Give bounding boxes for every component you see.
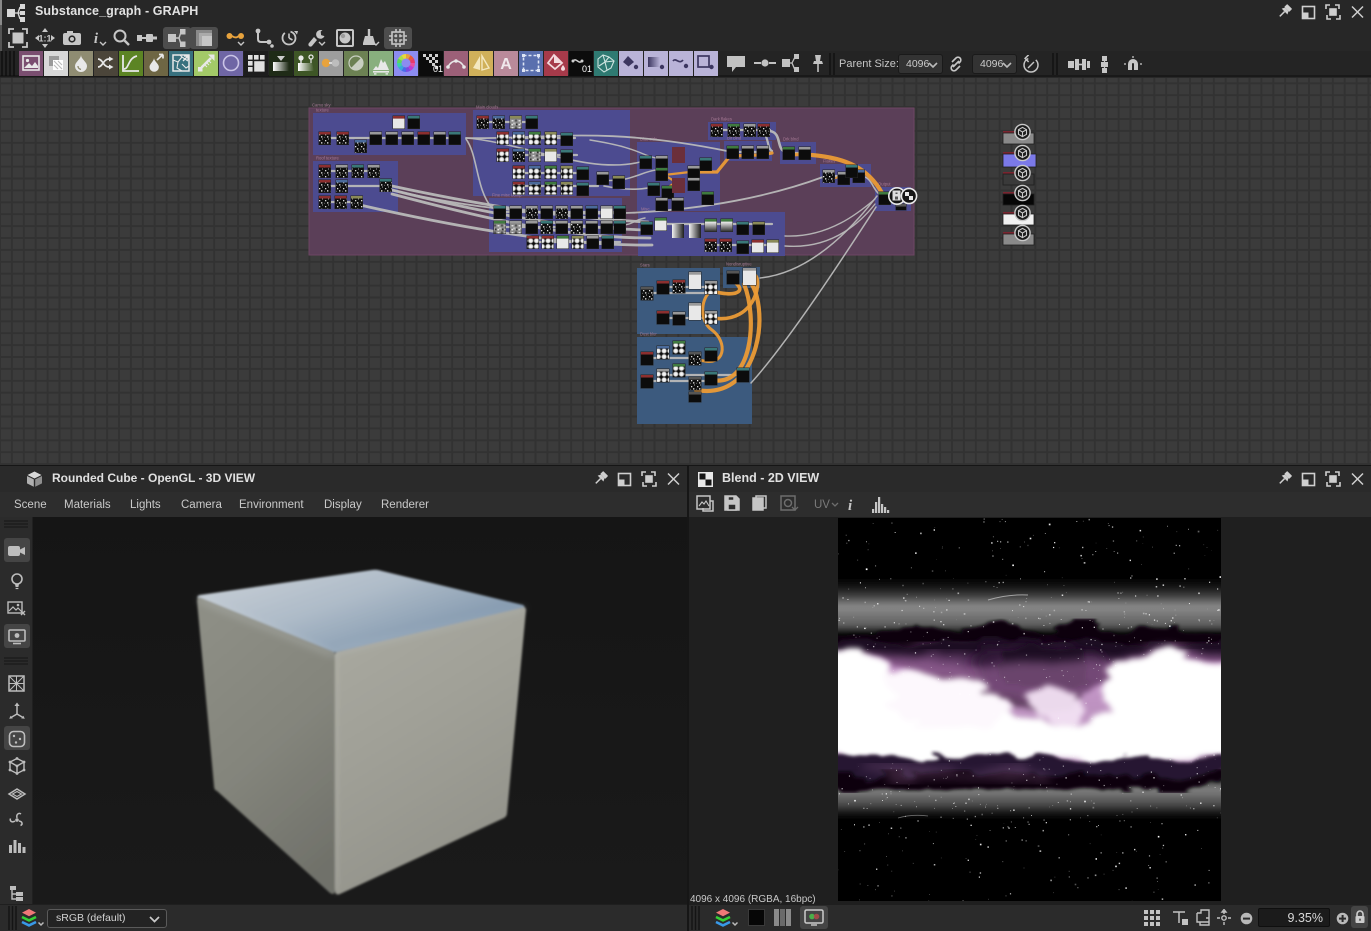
svg-text:Dark flakes: Dark flakes: [711, 117, 732, 122]
svg-text:1:1: 1:1: [38, 34, 51, 44]
svg-text:Output: Output: [878, 182, 891, 187]
svg-text:01: 01: [582, 64, 592, 74]
svg-text:texture: texture: [316, 108, 329, 113]
svg-text:Dust blur: Dust blur: [640, 332, 657, 337]
svg-text:A: A: [501, 56, 513, 73]
svg-text:Drk blnd: Drk blnd: [783, 137, 799, 142]
svg-text:Main clouds: Main clouds: [476, 105, 498, 110]
svg-text:01: 01: [433, 64, 443, 74]
svg-text:UV: UV: [814, 499, 830, 511]
svg-text:Stars: Stars: [640, 263, 650, 268]
svg-text:i: i: [848, 498, 853, 514]
svg-text:Misc: Misc: [641, 207, 650, 212]
svg-text:Nondisruptive: Nondisruptive: [726, 262, 752, 267]
svg-text:Roof texture: Roof texture: [316, 156, 339, 161]
svg-text:i: i: [94, 31, 99, 47]
